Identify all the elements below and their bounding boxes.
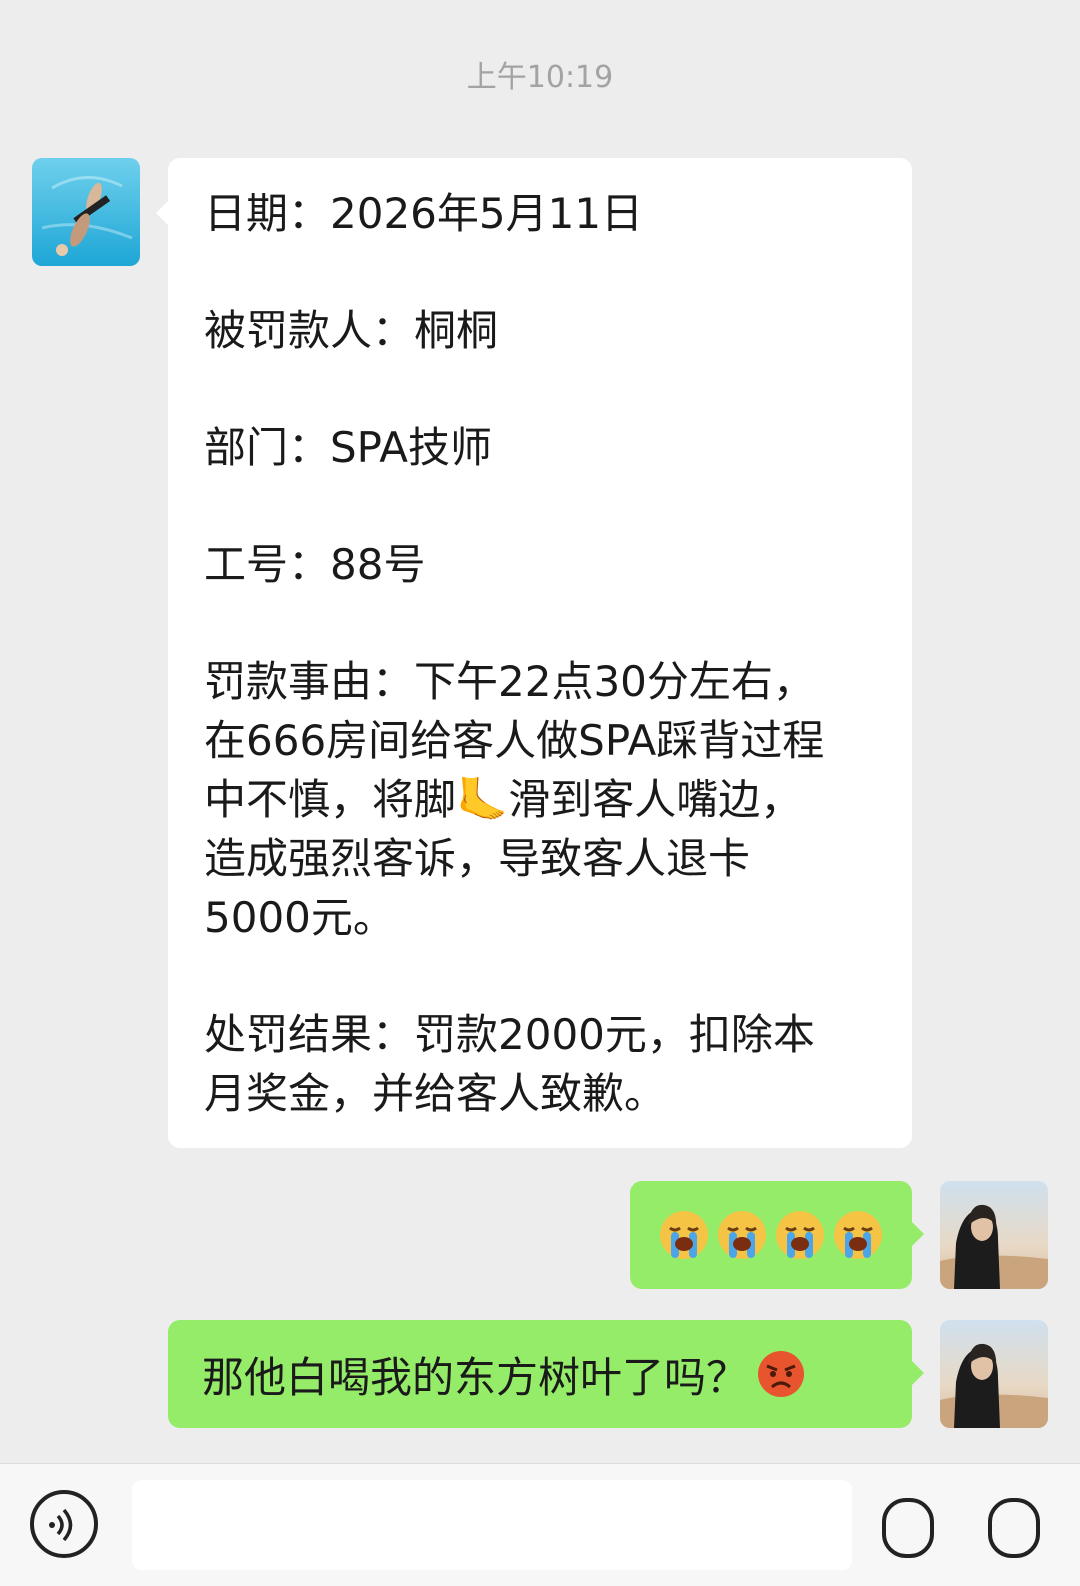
- emoji-icon[interactable]: [878, 1492, 938, 1564]
- message-line: 部门：SPA技师: [204, 423, 493, 472]
- outgoing-emoji-bubble[interactable]: [630, 1181, 924, 1289]
- message-line: 造成强烈客诉，导致客人退卡: [204, 834, 751, 883]
- message-line: 月奖金，并给客人致歉。: [204, 1069, 667, 1118]
- message-line: 罚款事由：下午22点30分左右，: [204, 657, 815, 706]
- incoming-message-bubble[interactable]: 日期：2026年5月11日 被罚款人：桐桐 部门：SPA技师 工号：88号 罚款…: [156, 158, 912, 1148]
- message-line: 工号：88号: [204, 540, 426, 589]
- message-timestamp: 上午10:19: [466, 60, 614, 95]
- chat-input-bar: [0, 1463, 1080, 1586]
- user-avatar[interactable]: [940, 1320, 1048, 1428]
- message-line: 日期：2026年5月11日: [204, 189, 644, 238]
- loudly-crying-face-icon: [834, 1211, 882, 1259]
- voice-icon[interactable]: [30, 1490, 98, 1558]
- message-line: 被罚款人：桐桐: [204, 306, 499, 355]
- loudly-crying-face-icon: [660, 1211, 708, 1259]
- pouting-face-icon: [758, 1351, 805, 1397]
- message-input[interactable]: [132, 1480, 852, 1570]
- message-line: 处罚结果：罚款2000元，扣除本: [204, 1010, 815, 1059]
- outgoing-message-text: 那他白喝我的东方树叶了吗？: [202, 1352, 749, 1402]
- loudly-crying-face-icon: [776, 1211, 824, 1259]
- loudly-crying-face-icon: [718, 1211, 766, 1259]
- sender-avatar[interactable]: [32, 158, 140, 266]
- plus-icon[interactable]: [984, 1492, 1044, 1564]
- message-line: 5000元。: [204, 893, 395, 942]
- message-line: 在666房间给客人做SPA踩背过程: [204, 716, 825, 765]
- user-avatar[interactable]: [940, 1181, 1048, 1289]
- message-line: 中不慎，将脚🦶滑到客人嘴边，: [204, 775, 803, 824]
- outgoing-text-bubble[interactable]: 那他白喝我的东方树叶了吗？: [168, 1320, 924, 1428]
